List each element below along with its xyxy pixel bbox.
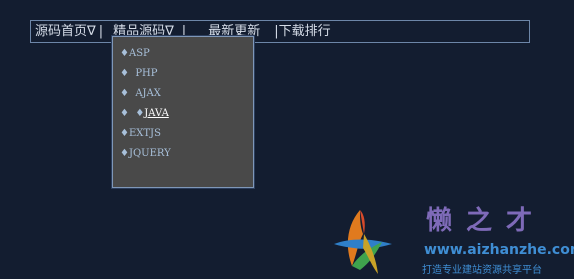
watermark-slogan: 打造专业建站资源共享平台 xyxy=(422,265,542,276)
nav-item-source-home[interactable]: 源码首页∇ xyxy=(35,21,96,42)
dropdown-item-label: PHP xyxy=(135,68,158,79)
top-nav-bar: 源码首页∇ | 精品源码∇ | 最新更新 | 下载排行 xyxy=(30,20,530,43)
dropdown-item-php[interactable]: ♦ PHP xyxy=(120,67,171,87)
dropdown-item-label: AJAX xyxy=(135,88,161,99)
dropdown-item-label: JQUERY xyxy=(128,148,171,159)
dropdown-list: ♦ASP ♦ PHP ♦ AJAX ♦ ♦JAVA ♦EXTJS ♦JQUERY xyxy=(120,47,171,167)
site-watermark: 懒之才 www.aizhanzhe.com 打造专业建站资源共享平台 xyxy=(330,200,574,278)
featured-source-dropdown: ♦ASP ♦ PHP ♦ AJAX ♦ ♦JAVA ♦EXTJS ♦JQUERY xyxy=(112,36,254,188)
diamond-bullet-icon: ♦ xyxy=(120,48,129,59)
page: 源码首页∇ | 精品源码∇ | 最新更新 | 下载排行 ♦ASP ♦ PHP ♦… xyxy=(0,0,574,279)
watermark-title: 懒之才 xyxy=(426,206,547,236)
diamond-bullet-icon: ♦ xyxy=(120,68,136,79)
watermark-star-logo-icon xyxy=(334,210,392,274)
dropdown-item-jquery[interactable]: ♦JQUERY xyxy=(120,147,171,167)
dropdown-item-label: JAVA xyxy=(144,108,169,119)
diamond-bullet-icon: ♦ xyxy=(120,148,129,159)
dropdown-item-label: EXTJS xyxy=(128,128,161,139)
diamond-bullet-icon: ♦ ♦ xyxy=(120,108,145,119)
dropdown-item-asp[interactable]: ♦ASP xyxy=(120,47,171,67)
nav-item-download-ranking[interactable]: 下载排行 xyxy=(279,21,331,42)
dropdown-item-ajax[interactable]: ♦ AJAX xyxy=(120,87,171,107)
dropdown-item-extjs[interactable]: ♦EXTJS xyxy=(120,127,171,147)
dropdown-item-java[interactable]: ♦ ♦JAVA xyxy=(120,107,171,127)
diamond-bullet-icon: ♦ xyxy=(120,128,129,139)
diamond-bullet-icon: ♦ xyxy=(120,88,136,99)
nav-separator: | xyxy=(98,24,104,39)
watermark-url: www.aizhanzhe.com xyxy=(424,242,574,258)
dropdown-item-label: ASP xyxy=(128,48,150,59)
